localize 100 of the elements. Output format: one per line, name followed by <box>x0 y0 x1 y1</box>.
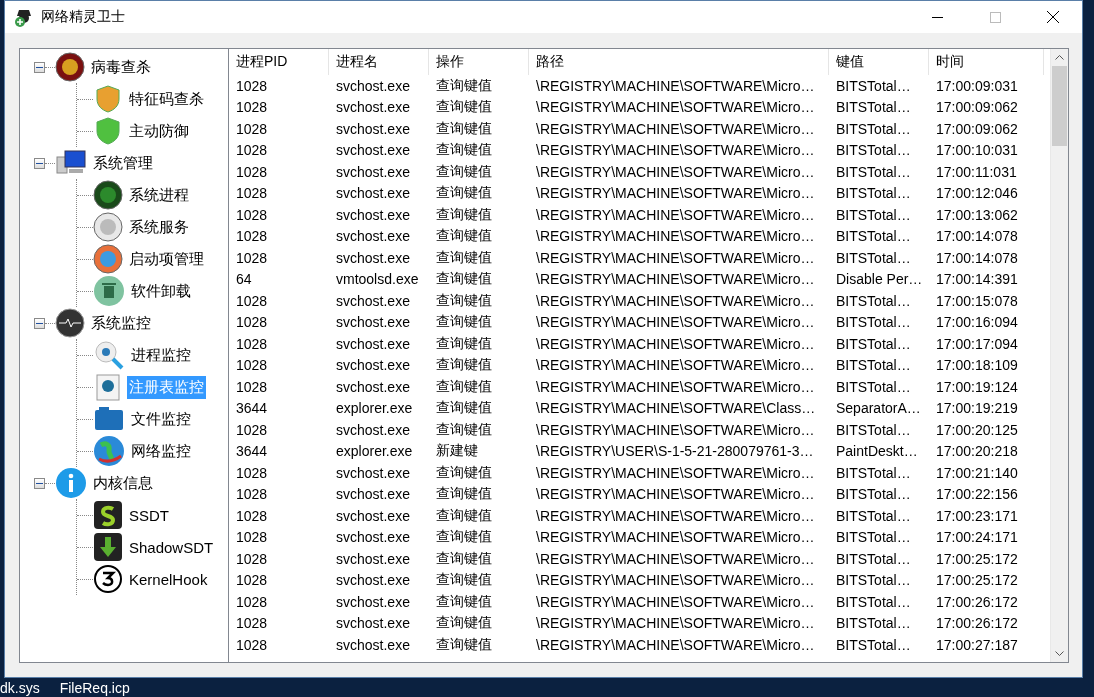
table-cell-text: 1028 <box>235 334 269 354</box>
table-cell-text: svchost.exe <box>335 549 411 569</box>
table-cell-text: \REGISTRY\MACHINE\SOFTWARE\Micro… <box>535 592 816 612</box>
table-cell-text: 1028 <box>235 119 269 139</box>
table-cell-text: 查询键值 <box>435 355 493 375</box>
tree-item[interactable]: 主动防御 <box>127 119 191 143</box>
table-cell-text: 17:00:09:062 <box>935 98 1019 118</box>
table-cell-text: \REGISTRY\MACHINE\SOFTWARE\Micro… <box>535 334 816 354</box>
table-cell-text: 1028 <box>235 291 269 311</box>
table-cell-text: 查询键值 <box>435 505 493 525</box>
table-cell-text: 17:00:09:031 <box>935 76 1019 96</box>
table-cell-text: svchost.exe <box>335 291 411 311</box>
magnifier-icon <box>93 339 125 371</box>
table-cell-text: 查询键值 <box>435 118 493 138</box>
table-cell-text: svchost.exe <box>335 76 411 96</box>
tree-item[interactable]: 文件监控 <box>129 407 193 431</box>
scroll-thumb[interactable] <box>1052 66 1067 146</box>
tree-item[interactable]: 特征码查杀 <box>127 87 206 111</box>
table-cell-text: 查询键值 <box>435 333 493 353</box>
collapse-toggle[interactable] <box>34 61 45 73</box>
table-cell-text: 17:00:17:094 <box>935 334 1019 354</box>
table-cell-text: SeparatorA… <box>835 399 922 419</box>
table-cell-text: 查询键值 <box>435 161 493 181</box>
tree-item[interactable]: 内核信息 <box>91 471 155 495</box>
column-header[interactable]: 进程PID <box>229 49 329 75</box>
tree-item[interactable]: 系统服务 <box>127 215 191 239</box>
table-cell-text: 17:00:23:171 <box>935 506 1019 526</box>
table-cell-text: \REGISTRY\MACHINE\SOFTWARE\Micro… <box>535 549 816 569</box>
table-cell-text: 17:00:14:078 <box>935 248 1019 268</box>
table-cell-text: 17:00:12:046 <box>935 184 1019 204</box>
tree-item[interactable]: KernelHook <box>127 568 210 590</box>
table-cell-text: 1028 <box>235 98 269 118</box>
table-cell-text: BITSTotal… <box>835 162 912 182</box>
column-header[interactable]: 时间 <box>929 49 1044 75</box>
table-cell-text: 查询键值 <box>435 591 493 611</box>
table-cell-text: PaintDeskt… <box>835 442 919 462</box>
table-cell-text: BITSTotal… <box>835 356 912 376</box>
collapse-toggle[interactable] <box>34 317 45 329</box>
tree-item[interactable]: 网络监控 <box>129 439 193 463</box>
table-cell-text: 17:00:25:172 <box>935 549 1019 569</box>
close-icon <box>1047 11 1059 23</box>
collapse-toggle[interactable] <box>34 477 45 489</box>
table-cell-text: 1028 <box>235 571 269 591</box>
tree-item[interactable]: 软件卸载 <box>129 279 193 303</box>
info-icon <box>55 467 87 499</box>
table-cell-text: svchost.exe <box>335 377 411 397</box>
table-cell-text: \REGISTRY\MACHINE\SOFTWARE\Micro… <box>535 614 816 634</box>
table-cell-text: svchost.exe <box>335 571 411 591</box>
table-cell-text: BITSTotal… <box>835 76 912 96</box>
table-cell-text: 17:00:27:187 <box>935 635 1019 655</box>
tree-item[interactable]: 系统进程 <box>127 183 191 207</box>
column-header[interactable]: 路径 <box>529 49 829 75</box>
s-letter-icon <box>93 500 123 530</box>
column-header[interactable]: 进程名 <box>329 49 429 75</box>
scrollbar[interactable] <box>1050 49 1068 662</box>
table-cell-text: 17:00:26:172 <box>935 592 1019 612</box>
tree-item[interactable]: 启动项管理 <box>127 247 206 271</box>
tree-item[interactable]: 系统管理 <box>91 151 155 175</box>
table-cell-text: 17:00:25:172 <box>935 571 1019 591</box>
table-cell-text: \REGISTRY\USER\S-1-5-21-280079761-3… <box>535 442 815 462</box>
tree-item[interactable]: 进程监控 <box>129 343 193 367</box>
table-cell-text: BITSTotal… <box>835 420 912 440</box>
table-cell-text: 1028 <box>235 377 269 397</box>
table-cell-text: 17:00:22:156 <box>935 485 1019 505</box>
folder-icon <box>93 405 125 433</box>
table-cell-text: 17:00:18:109 <box>935 356 1019 376</box>
column-header[interactable]: 键值 <box>829 49 929 75</box>
pulse-icon <box>55 308 85 338</box>
table-cell-text: 17:00:13:062 <box>935 205 1019 225</box>
tree-item[interactable]: SSDT <box>127 504 171 526</box>
table-cell-text: 17:00:15:078 <box>935 291 1019 311</box>
table-cell-text: \REGISTRY\MACHINE\SOFTWARE\Micro… <box>535 119 816 139</box>
table-cell-text: svchost.exe <box>335 528 411 548</box>
table-cell-text: \REGISTRY\MACHINE\SOFTWARE\Micro… <box>535 377 816 397</box>
column-header[interactable]: 操作 <box>429 49 529 75</box>
desktop-icon-label[interactable]: FileReq.icp <box>59 679 130 696</box>
collapse-toggle[interactable] <box>34 157 45 169</box>
table-cell-text: svchost.exe <box>335 506 411 526</box>
table-cell-text: 17:00:24:171 <box>935 528 1019 548</box>
table-cell-text: 1028 <box>235 485 269 505</box>
tree-item[interactable]: ShadowSDT <box>127 536 216 558</box>
table-cell-text: svchost.exe <box>335 334 411 354</box>
table-cell-text: \REGISTRY\MACHINE\SOFTWARE\Micro… <box>535 205 816 225</box>
tree-item[interactable]: 系统监控 <box>89 311 153 335</box>
shield-icon <box>93 116 123 146</box>
table-cell-text: 1028 <box>235 356 269 376</box>
table-cell-text: BITSTotal… <box>835 377 912 397</box>
table-cell-text: svchost.exe <box>335 119 411 139</box>
table-cell-text: svchost.exe <box>335 592 411 612</box>
table-cell-text: \REGISTRY\MACHINE\SOFTWARE\Micro… <box>535 141 816 161</box>
tree-item[interactable]: 病毒查杀 <box>89 55 153 79</box>
table-cell-text: 64 <box>235 270 253 290</box>
table-cell-text: 查询键值 <box>435 462 493 482</box>
table-cell-text: svchost.exe <box>335 313 411 333</box>
table-cell-text: \REGISTRY\MACHINE\SOFTWARE\Micro… <box>535 227 816 247</box>
table-cell-text: 1028 <box>235 420 269 440</box>
table-cell-text: BITSTotal… <box>835 205 912 225</box>
table-cell-text: 1028 <box>235 141 269 161</box>
desktop-icon-label[interactable]: dk.sys <box>0 679 40 696</box>
table-cell-text: 查询键值 <box>435 290 493 310</box>
